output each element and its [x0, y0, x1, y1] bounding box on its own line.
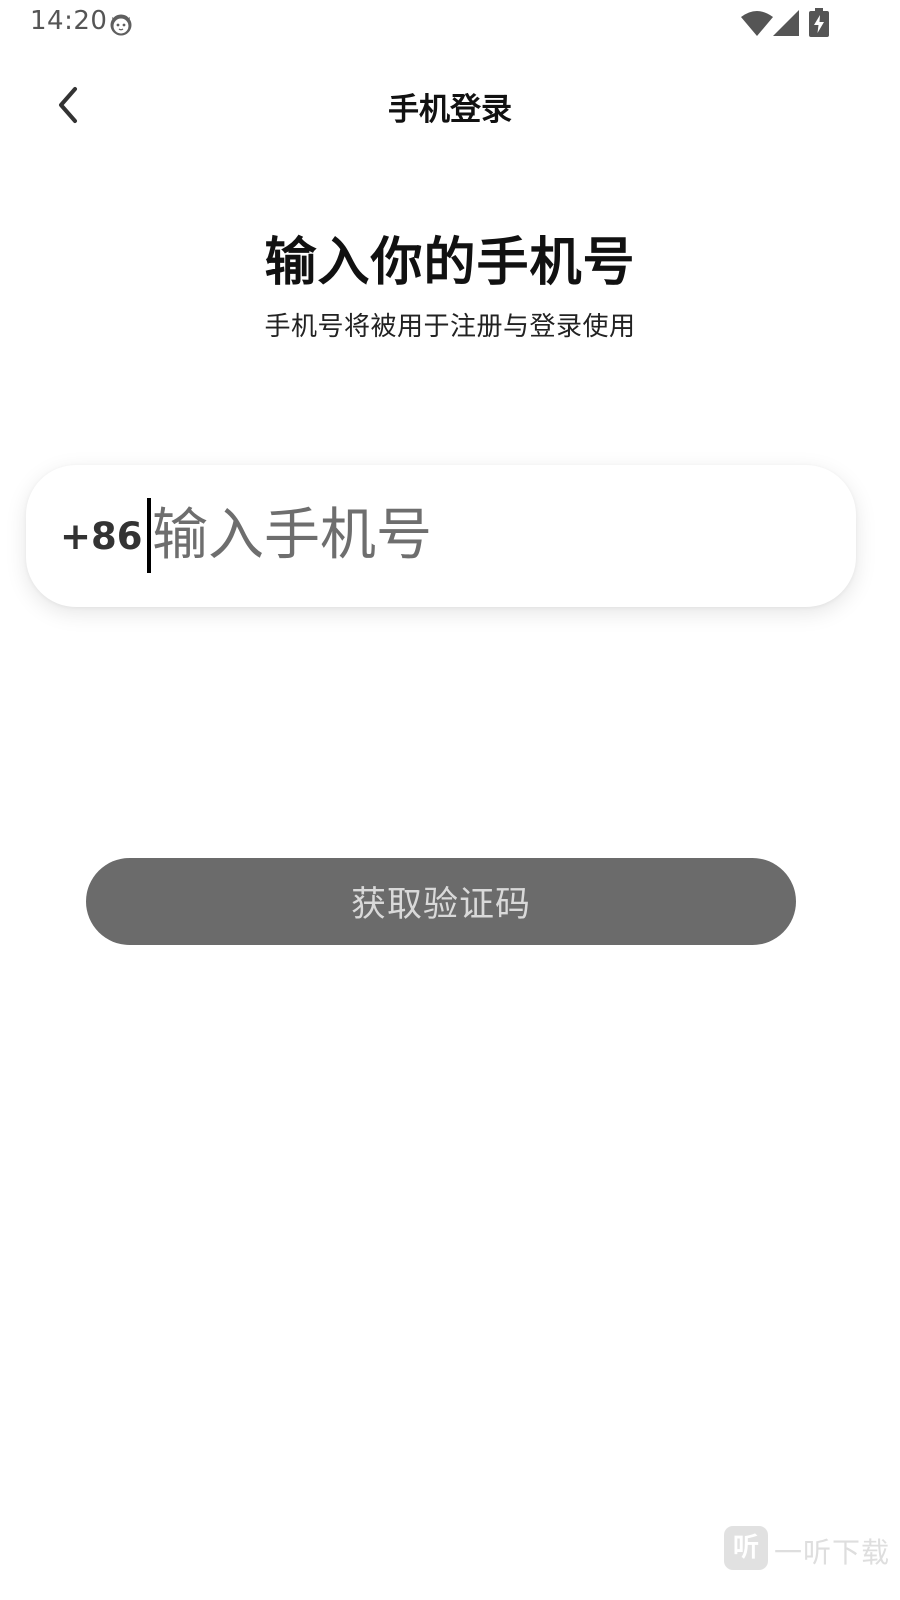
wifi-icon — [741, 11, 773, 36]
main-heading: 输入你的手机号 — [264, 233, 636, 293]
phone-number-input[interactable] — [148, 495, 832, 575]
country-code[interactable]: +86 — [60, 515, 143, 558]
watermark-text: 一听下载 — [774, 1536, 891, 1569]
watermark: 听 一听下载 — [724, 1524, 894, 1572]
get-verification-code-button[interactable]: 获取验证码 — [86, 858, 796, 945]
status-time: 14:20 — [30, 6, 108, 36]
status-bar: 14:20 — [0, 0, 900, 48]
phone-login-screen: 14:20 手机登录 输入你的手机号 手机号将被用于注册与登录使用 +86 输入… — [0, 0, 900, 1600]
page-title: 手机登录 — [388, 92, 512, 128]
battery-charging-icon — [809, 8, 829, 37]
cellular-signal-icon — [773, 10, 799, 36]
text-cursor — [147, 498, 151, 573]
watermark-logo-icon: 听 — [724, 1526, 768, 1570]
cat-face-icon — [110, 14, 132, 36]
app-bar: 手机登录 — [0, 60, 900, 150]
subheading: 手机号将被用于注册与登录使用 — [264, 312, 636, 342]
